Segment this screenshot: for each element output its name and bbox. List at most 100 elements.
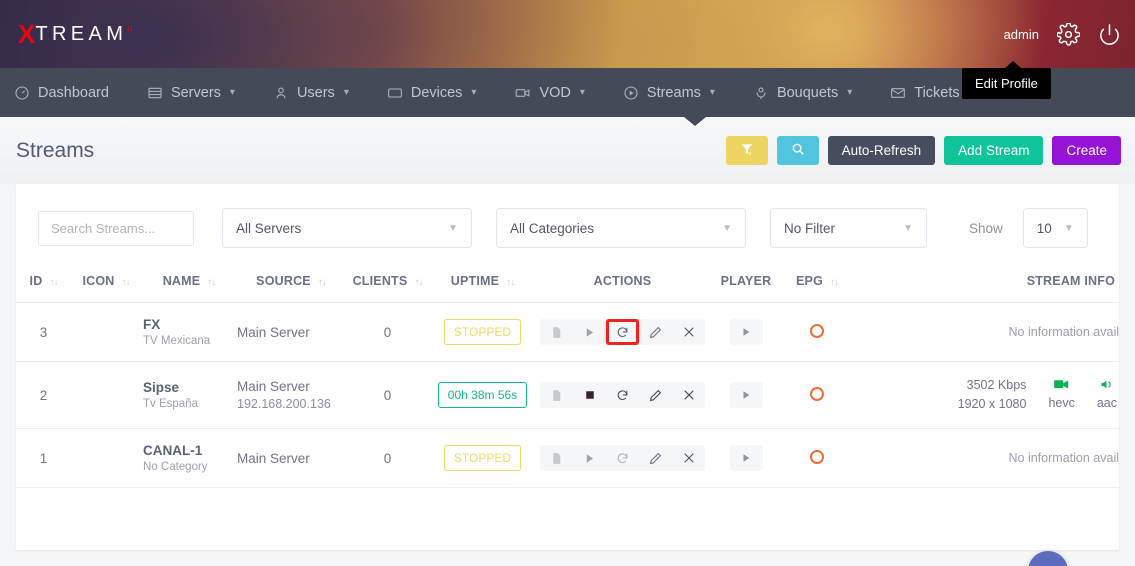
auto-refresh-button[interactable]: Auto-Refresh — [828, 136, 936, 165]
column-header-name[interactable]: NAME↑↓ — [141, 264, 237, 303]
delete-icon[interactable] — [672, 382, 705, 408]
stream-audio-codec-group: aac — [1097, 378, 1117, 412]
stream-name[interactable]: Sipse — [143, 380, 237, 395]
speaker-icon — [1097, 378, 1117, 395]
cell-player — [710, 429, 782, 488]
chevron-down-icon: ▾ — [344, 87, 349, 98]
player-play-icon[interactable] — [730, 445, 763, 471]
epg-circle-icon[interactable] — [810, 387, 824, 401]
search-streams-input[interactable] — [38, 211, 194, 246]
sort-icon[interactable]: ↑↓ — [830, 277, 838, 288]
sort-icon[interactable]: ↑↓ — [414, 277, 422, 288]
column-header-epg[interactable]: EPG ↑↓ — [782, 264, 852, 303]
file-icon[interactable] — [540, 319, 573, 345]
search-button[interactable] — [777, 136, 819, 165]
clear-filter-button[interactable]: x — [726, 136, 768, 165]
play-icon[interactable] — [573, 319, 606, 345]
create-button[interactable]: Create — [1052, 136, 1121, 165]
delete-icon[interactable] — [672, 319, 705, 345]
nav-item-bouquets[interactable]: Bouquets ▾ — [753, 68, 852, 117]
file-icon[interactable] — [540, 445, 573, 471]
cell-stream-info: No information avail — [852, 429, 1119, 488]
stream-source: Main Server — [237, 451, 345, 466]
nav-label-vod: VOD — [539, 85, 570, 101]
page-header: Streams x Auto-Refresh Add Stream Create — [0, 117, 1135, 184]
scroll-top-button[interactable] — [1028, 551, 1068, 566]
server-icon — [147, 85, 163, 101]
column-label-actions: ACTIONS — [594, 274, 652, 288]
delete-icon[interactable] — [672, 445, 705, 471]
column-header-icon[interactable]: ICON↑↓ — [71, 264, 141, 303]
stream-name[interactable]: CANAL-1 — [143, 443, 237, 458]
column-header-source[interactable]: SOURCE↑↓ — [237, 264, 345, 303]
restart-icon[interactable] — [606, 382, 639, 408]
play-icon[interactable] — [573, 445, 606, 471]
nav-item-devices[interactable]: Devices ▾ — [387, 68, 477, 117]
stream-resolution: 1920 x 1080 — [958, 395, 1027, 414]
stream-source-ip: 192.168.200.136 — [237, 397, 345, 411]
stop-icon[interactable] — [573, 382, 606, 408]
player-play-icon[interactable] — [730, 382, 763, 408]
epg-circle-icon[interactable] — [810, 450, 824, 464]
page-title: Streams — [16, 139, 94, 163]
categories-filter-select[interactable]: All Categories ▼ — [496, 208, 746, 248]
column-label-epg: EPG — [796, 274, 823, 288]
add-stream-button[interactable]: Add Stream — [944, 136, 1043, 165]
cell-actions — [535, 429, 710, 488]
cell-clients: 0 — [345, 429, 430, 488]
show-label: Show — [969, 221, 1003, 236]
nav-item-dashboard[interactable]: Dashboard — [14, 68, 109, 117]
stream-source: Main Server — [237, 325, 345, 340]
user-icon — [273, 85, 289, 101]
page-size-select[interactable]: 10 ▼ — [1023, 208, 1088, 248]
cell-player — [710, 362, 782, 429]
gear-icon[interactable] — [1057, 23, 1080, 46]
cell-stream-info: No information avail — [852, 303, 1119, 362]
cell-icon — [71, 429, 141, 488]
stream-info-text: No information avail — [852, 325, 1119, 339]
player-play-icon[interactable] — [730, 319, 763, 345]
column-label-player: PLAYER — [721, 274, 772, 288]
column-label-id: ID — [30, 274, 43, 288]
edit-icon[interactable] — [639, 445, 672, 471]
restart-icon[interactable] — [606, 445, 639, 471]
stream-video-codec: hevc — [1048, 396, 1074, 410]
status-filter-select[interactable]: No Filter ▼ — [770, 208, 927, 248]
epg-circle-icon[interactable] — [810, 324, 824, 338]
column-header-id[interactable]: ID ↑↓ — [16, 264, 71, 303]
brand-logo[interactable]: X TREAM u — [18, 21, 132, 48]
sort-icon[interactable]: ↑↓ — [506, 277, 514, 288]
nav-item-users[interactable]: Users ▾ — [273, 68, 349, 117]
admin-username[interactable]: admin — [1004, 27, 1039, 42]
chevron-down-icon: ▼ — [722, 223, 732, 234]
restart-icon[interactable] — [606, 319, 639, 345]
cell-id: 3 — [16, 303, 71, 362]
stream-info-text: No information avail — [852, 451, 1119, 465]
nav-item-streams[interactable]: Streams ▾ — [623, 68, 715, 117]
cell-epg — [782, 303, 852, 362]
status-badge: 00h 38m 56s — [438, 382, 527, 408]
sort-icon[interactable]: ↑↓ — [122, 277, 130, 288]
cell-uptime: STOPPED — [430, 303, 535, 362]
chevron-down-icon: ▾ — [471, 87, 476, 98]
nav-item-servers[interactable]: Servers ▾ — [147, 68, 235, 117]
edit-icon[interactable] — [639, 382, 672, 408]
power-icon[interactable] — [1098, 23, 1121, 46]
stream-name[interactable]: FX — [143, 317, 237, 332]
chevron-down-icon: ▼ — [448, 223, 458, 234]
table-header: ID ↑↓ ICON↑↓ NAME↑↓ SOURCE↑↓ CLIENTS↑↓ UP… — [16, 264, 1119, 303]
nav-item-tickets[interactable]: Tickets — [890, 68, 959, 117]
edit-icon[interactable] — [639, 319, 672, 345]
envelope-icon — [890, 85, 906, 101]
sort-icon[interactable]: ↑↓ — [318, 277, 326, 288]
file-icon[interactable] — [540, 382, 573, 408]
column-header-clients[interactable]: CLIENTS↑↓ — [345, 264, 430, 303]
nav-item-vod[interactable]: VOD ▾ — [514, 68, 584, 117]
streams-card: All Servers ▼ All Categories ▼ No Filter… — [16, 184, 1119, 550]
table-row: 2 Sipse Tv España Main Server 192.168.20… — [16, 362, 1119, 429]
sort-icon[interactable]: ↑↓ — [49, 277, 57, 288]
column-header-uptime[interactable]: UPTIME↑↓ — [430, 264, 535, 303]
video-camera-icon — [514, 85, 531, 101]
servers-filter-select[interactable]: All Servers ▼ — [222, 208, 472, 248]
sort-icon[interactable]: ↑↓ — [207, 277, 215, 288]
